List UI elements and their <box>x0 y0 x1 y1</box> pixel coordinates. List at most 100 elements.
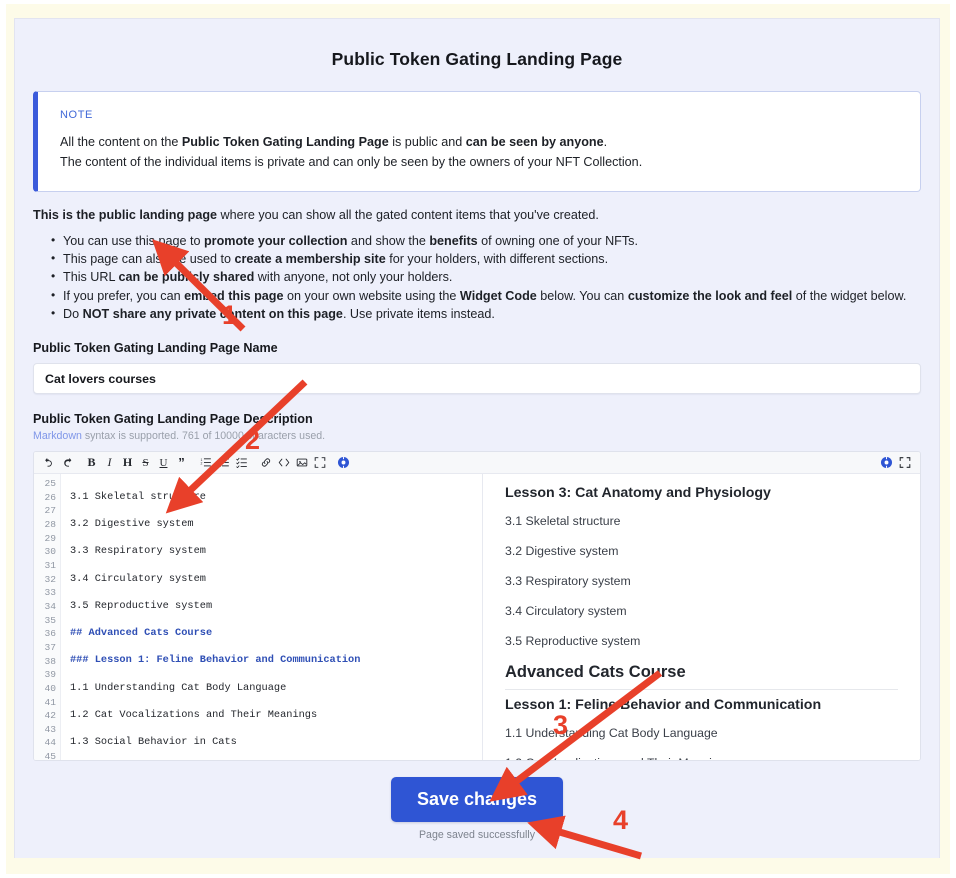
bullet-4-c: . Use private items instead. <box>343 307 495 321</box>
svg-text:2: 2 <box>200 462 202 466</box>
line-number: 30 <box>34 545 60 559</box>
underline-icon[interactable]: U <box>155 454 172 472</box>
note-line-1: All the content on the Public Token Gati… <box>60 132 898 152</box>
line-number: 37 <box>34 641 60 655</box>
preview-paragraph: 3.1 Skeletal structure <box>505 513 898 529</box>
code-line <box>70 695 482 709</box>
note-callout: NOTE All the content on the Public Token… <box>33 91 921 192</box>
line-number: 29 <box>34 532 60 546</box>
heading-icon[interactable]: H <box>119 454 136 472</box>
line-number: 32 <box>34 573 60 587</box>
italic-icon[interactable]: I <box>101 454 118 472</box>
markdown-link[interactable]: Markdown <box>33 430 82 442</box>
note-l1-a: All the content on the <box>60 135 182 149</box>
save-status-message: Page saved successfully <box>419 829 535 841</box>
intro-bold: This is the public landing page <box>33 208 217 222</box>
bullet-1-b: create a membership site <box>235 252 386 266</box>
list-item: If you prefer, you can embed this page o… <box>51 287 921 305</box>
bullet-2-c: with anyone, not only your holders. <box>254 270 452 284</box>
code-line <box>70 532 482 546</box>
line-number: 26 <box>34 491 60 505</box>
note-line-2: The content of the individual items is p… <box>60 152 898 172</box>
bullet-3-e: below. You can <box>537 289 628 303</box>
preview-paragraph: 3.2 Digestive system <box>505 543 898 559</box>
bullet-3-a: If you prefer, you can <box>63 289 184 303</box>
code-line <box>70 750 482 760</box>
bold-icon[interactable]: B <box>83 454 100 472</box>
markdown-helper-text: Markdown syntax is supported. 761 of 100… <box>33 430 921 442</box>
bullet-4-b: NOT share any private content on this pa… <box>83 307 343 321</box>
code-line: 1.2 Cat Vocalizations and Their Meanings <box>70 709 482 723</box>
annotation-number: 4 <box>613 805 628 836</box>
line-number: 34 <box>34 600 60 614</box>
code-line: 3.4 Circulatory system <box>70 573 482 587</box>
line-number: 43 <box>34 723 60 737</box>
info-icon[interactable] <box>335 454 352 472</box>
annotation-number: 1 <box>222 300 237 331</box>
save-button[interactable]: Save changes <box>391 777 563 822</box>
landing-page-settings-panel: Public Token Gating Landing Page NOTE Al… <box>14 18 940 858</box>
link-icon[interactable] <box>257 454 274 472</box>
line-number: 25 <box>34 477 60 491</box>
preview-paragraph: 3.5 Reproductive system <box>505 633 898 649</box>
markdown-source-pane[interactable]: 2526272829303132333435363738394041424344… <box>34 474 483 760</box>
line-number: 39 <box>34 668 60 682</box>
line-number: 41 <box>34 696 60 710</box>
bullet-0-b: promote your collection <box>204 234 347 248</box>
code-line: 3.5 Reproductive system <box>70 600 482 614</box>
code-line: ## Advanced Cats Course <box>70 627 482 641</box>
code-icon[interactable] <box>275 454 292 472</box>
markdown-preview-pane: Lesson 3: Cat Anatomy and Physiology 3.1 … <box>483 474 920 760</box>
save-area: Save changes Page saved successfully <box>33 777 921 841</box>
line-number: 33 <box>34 586 60 600</box>
preview-heading: Lesson 3: Cat Anatomy and Physiology <box>505 485 898 501</box>
bullet-3-d: Widget Code <box>460 289 537 303</box>
landing-page-name-input[interactable] <box>33 363 921 394</box>
list-item: This page can also be used to create a m… <box>51 250 921 268</box>
page-title: Public Token Gating Landing Page <box>33 49 921 70</box>
line-number: 38 <box>34 655 60 669</box>
undo-icon[interactable] <box>41 454 58 472</box>
code-line: 3.2 Digestive system <box>70 518 482 532</box>
list-item: Do NOT share any private content on this… <box>51 305 921 323</box>
strikethrough-icon[interactable]: S <box>137 454 154 472</box>
line-number: 36 <box>34 627 60 641</box>
code-line <box>70 641 482 655</box>
quote-icon[interactable]: ” <box>173 454 190 472</box>
line-number: 44 <box>34 736 60 750</box>
preview-eye-icon[interactable] <box>878 454 895 472</box>
annotation-number: 3 <box>553 710 568 741</box>
code-line: 3.3 Respiratory system <box>70 545 482 559</box>
code-line <box>70 668 482 682</box>
bullet-list-icon[interactable] <box>215 454 232 472</box>
note-label: NOTE <box>60 109 898 121</box>
editor-toolbar: B I H S U ” 12 <box>34 452 920 474</box>
expand-icon[interactable] <box>311 454 328 472</box>
markdown-helper-rest: syntax is supported. 761 of 10000 charac… <box>82 430 325 442</box>
redo-icon[interactable] <box>59 454 76 472</box>
line-number: 27 <box>34 504 60 518</box>
code-line: 1.3 Social Behavior in Cats <box>70 736 482 750</box>
line-number-gutter: 2526272829303132333435363738394041424344… <box>34 474 61 760</box>
code-line <box>70 504 482 518</box>
fullscreen-icon[interactable] <box>896 454 913 472</box>
markdown-source-text[interactable]: 3.1 Skeletal structure3.2 Digestive syst… <box>61 474 482 760</box>
code-line: ### Lesson 1: Feline Behavior and Commun… <box>70 654 482 668</box>
bullet-3-c: on your own website using the <box>284 289 460 303</box>
image-icon[interactable] <box>293 454 310 472</box>
line-number: 35 <box>34 614 60 628</box>
bullet-0-d: benefits <box>429 234 477 248</box>
code-line <box>70 559 482 573</box>
line-number: 31 <box>34 559 60 573</box>
ordered-list-icon[interactable]: 12 <box>197 454 214 472</box>
preview-paragraph: 3.4 Circulatory system <box>505 603 898 619</box>
line-number: 45 <box>34 750 60 760</box>
line-number: 40 <box>34 682 60 696</box>
bullet-0-c: and show the <box>347 234 429 248</box>
preview-heading: Advanced Cats Course <box>505 663 898 690</box>
bullet-3-g: of the widget below. <box>792 289 906 303</box>
bullet-0-e: of owning one of your NFTs. <box>478 234 638 248</box>
name-field-label: Public Token Gating Landing Page Name <box>33 341 921 355</box>
code-line: 1.1 Understanding Cat Body Language <box>70 682 482 696</box>
checklist-icon[interactable] <box>233 454 250 472</box>
